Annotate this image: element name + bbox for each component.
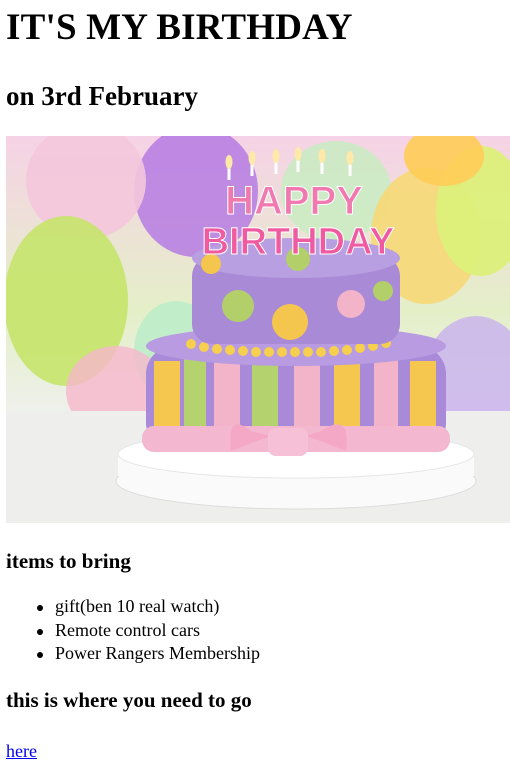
cake-topper-happy: HAPPY [225, 179, 363, 223]
cake-topper-birthday: BIRTHDAY [202, 221, 395, 263]
page-subtitle: on 3rd February [6, 81, 198, 111]
page-title: IT'S MY BIRTHDAY [6, 7, 353, 48]
items-heading: items to bring [6, 549, 131, 573]
birthday-cake-illustration: HAPPY BIRTHDAY [6, 136, 510, 523]
directions-link-line: here [6, 712, 510, 762]
page: IT'S MY BIRTHDAY on 3rd February HAPPY B… [0, 0, 510, 762]
items-list-wrapper: gift(ben 10 real watch) Remote control c… [6, 573, 510, 666]
directions-heading: this is where you need to go [6, 687, 252, 712]
birthday-cake-image: HAPPY BIRTHDAY [6, 136, 510, 523]
list-item: Power Rangers Membership [37, 642, 510, 666]
list-item: Remote control cars [37, 619, 510, 643]
list-item: gift(ben 10 real watch) [37, 595, 510, 619]
items-list: gift(ben 10 real watch) Remote control c… [6, 595, 510, 666]
directions-link[interactable]: here [6, 741, 37, 761]
